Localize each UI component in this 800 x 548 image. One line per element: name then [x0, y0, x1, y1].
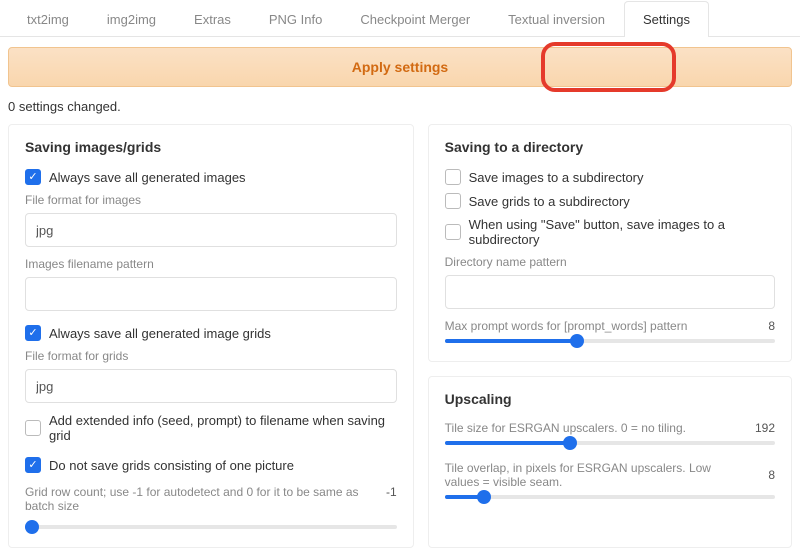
tab-extras[interactable]: Extras	[175, 1, 250, 37]
checkbox-label: Do not save grids consisting of one pict…	[49, 458, 294, 473]
tile-overlap-label: Tile overlap, in pixels for ESRGAN upsca…	[445, 461, 743, 489]
checkbox-always-save-images[interactable]	[25, 169, 41, 185]
checkbox-label: When using "Save" button, save images to…	[469, 217, 775, 247]
checkbox-label: Always save all generated images	[49, 170, 246, 185]
tab-textual-inversion[interactable]: Textual inversion	[489, 1, 624, 37]
checkbox-label: Always save all generated image grids	[49, 326, 271, 341]
file-format-images-label: File format for images	[25, 193, 397, 207]
panel-upscaling: Upscaling Tile size for ESRGAN upscalers…	[428, 376, 792, 548]
apply-settings-bar: Apply settings	[8, 47, 792, 87]
tab-settings[interactable]: Settings	[624, 1, 709, 37]
apply-settings-button[interactable]: Apply settings	[352, 59, 448, 75]
tile-overlap-value: 8	[751, 468, 775, 482]
tile-size-slider[interactable]	[445, 435, 775, 449]
file-format-images-input[interactable]	[25, 213, 397, 247]
checkbox-save-button-subdir[interactable]	[445, 224, 461, 240]
max-prompt-words-slider[interactable]	[445, 333, 775, 347]
tile-overlap-slider[interactable]	[445, 489, 775, 503]
max-prompt-words-value: 8	[751, 319, 775, 333]
tab-pnginfo[interactable]: PNG Info	[250, 1, 341, 37]
status-text: 0 settings changed.	[0, 95, 800, 124]
file-format-grids-label: File format for grids	[25, 349, 397, 363]
grid-row-count-label: Grid row count; use -1 for autodetect an…	[25, 485, 365, 513]
grid-row-count-slider[interactable]	[25, 519, 397, 533]
tile-size-value: 192	[751, 421, 775, 435]
checkbox-save-grids-subdir[interactable]	[445, 193, 461, 209]
checkbox-label: Save grids to a subdirectory	[469, 194, 630, 209]
panel-saving-images: Saving images/grids Always save all gene…	[8, 124, 414, 548]
panel-title: Saving images/grids	[25, 139, 397, 155]
checkbox-label: Add extended info (seed, prompt) to file…	[49, 413, 397, 443]
panel-title: Upscaling	[445, 391, 775, 407]
tab-checkpoint-merger[interactable]: Checkpoint Merger	[341, 1, 489, 37]
highlight-annotation	[541, 42, 676, 92]
tab-bar: txt2img img2img Extras PNG Info Checkpoi…	[0, 0, 800, 37]
images-filename-pattern-label: Images filename pattern	[25, 257, 397, 271]
tile-size-label: Tile size for ESRGAN upscalers. 0 = no t…	[445, 421, 743, 435]
images-filename-pattern-input[interactable]	[25, 277, 397, 311]
tab-txt2img[interactable]: txt2img	[8, 1, 88, 37]
checkbox-save-images-subdir[interactable]	[445, 169, 461, 185]
file-format-grids-input[interactable]	[25, 369, 397, 403]
directory-name-pattern-label: Directory name pattern	[445, 255, 775, 269]
tab-img2img[interactable]: img2img	[88, 1, 175, 37]
checkbox-no-single-grid[interactable]	[25, 457, 41, 473]
checkbox-extended-info[interactable]	[25, 420, 41, 436]
panel-saving-directory: Saving to a directory Save images to a s…	[428, 124, 792, 362]
max-prompt-words-label: Max prompt words for [prompt_words] patt…	[445, 319, 743, 333]
checkbox-label: Save images to a subdirectory	[469, 170, 644, 185]
grid-row-count-value: -1	[373, 485, 397, 499]
directory-name-pattern-input[interactable]	[445, 275, 775, 309]
checkbox-always-save-grids[interactable]	[25, 325, 41, 341]
panel-title: Saving to a directory	[445, 139, 775, 155]
